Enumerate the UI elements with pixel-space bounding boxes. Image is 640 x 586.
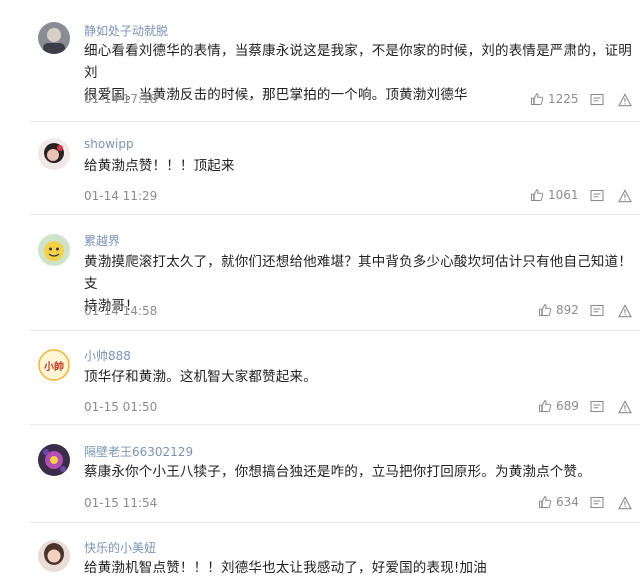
comment-text-line: 给黄渤机智点赞！！！刘德华也太让我感动了，好爱国的表现!加油 xyxy=(84,560,487,576)
comment-time: 01-15 01:50 xyxy=(84,400,158,414)
report-button[interactable] xyxy=(618,496,632,510)
comment-text-line: 细心看看刘德华的表情，当蔡康永说这是我家，不是你家的时候，刘的表情是严肃的，证明… xyxy=(84,43,632,81)
reply-button[interactable] xyxy=(590,93,604,107)
comment-time: 01-15 11:54 xyxy=(84,496,158,510)
warning-icon xyxy=(618,93,632,107)
like-button[interactable]: 892 xyxy=(538,303,579,317)
like-button[interactable]: 1061 xyxy=(530,188,579,202)
thumbs-up-icon xyxy=(539,496,552,508)
like-count: 892 xyxy=(556,303,579,317)
reply-button[interactable] xyxy=(590,496,604,510)
avatar-image: 小帥 xyxy=(38,349,70,381)
comment-item: 小帥 小帅888 顶华仔和黄渤。这机智大家都赞起来。 01-15 01:50 6… xyxy=(0,331,640,431)
comment-text: 给黄渤机智点赞！！！刘德华也太让我感动了，好爱国的表现!加油 xyxy=(84,557,632,579)
user-avatar[interactable] xyxy=(38,540,70,572)
username[interactable]: 静如处子动就脱 xyxy=(84,22,168,39)
comment-text: 顶华仔和黄渤。这机智大家都赞起来。 xyxy=(84,366,632,388)
comment-text-line: 蔡康永你个小王八犊子，你想搞台独还是咋的，立马把你打回原形。为黄渤点个赞。 xyxy=(84,464,591,480)
like-button[interactable]: 1225 xyxy=(530,92,579,106)
comment-icon xyxy=(590,304,604,317)
like-count: 1061 xyxy=(548,188,579,202)
comment-text: 蔡康永你个小王八犊子，你想搞台独还是咋的，立马把你打回原形。为黄渤点个赞。 xyxy=(84,461,632,483)
username[interactable]: 隔壁老王66302129 xyxy=(84,443,193,460)
comment-item: 累越界 黄渤摸爬滚打太久了，就你们还想给他难堪？其中背负多少心酸坎坷估计只有他自… xyxy=(0,215,640,335)
comment-item: 隔壁老王66302129 蔡康永你个小王八犊子，你想搞台独还是咋的，立马把你打回… xyxy=(0,425,640,525)
comment-item: showipp 给黄渤点赞！！！顶起来 01-14 11:29 1061 xyxy=(0,122,640,222)
reply-button[interactable] xyxy=(590,400,604,414)
username[interactable]: showipp xyxy=(84,137,134,151)
reply-button[interactable] xyxy=(590,304,604,318)
report-button[interactable] xyxy=(618,304,632,318)
thumbs-up-icon xyxy=(539,400,552,412)
like-button[interactable]: 689 xyxy=(538,399,579,413)
comment-icon xyxy=(590,93,604,106)
like-button[interactable]: 634 xyxy=(538,495,579,509)
like-count: 634 xyxy=(556,495,579,509)
like-count: 689 xyxy=(556,399,579,413)
user-avatar[interactable] xyxy=(38,444,70,476)
comment-time: 01-14 17:18 xyxy=(84,92,158,106)
comment-text: 给黄渤点赞！！！顶起来 xyxy=(84,155,632,177)
comment-text-line: 黄渤摸爬滚打太久了，就你们还想给他难堪？其中背负多少心酸坎坷估计只有他自己知道！… xyxy=(84,254,632,292)
comment-icon xyxy=(590,189,604,202)
comment-time: 01-14 14:58 xyxy=(84,304,158,318)
avatar-image xyxy=(38,22,70,54)
thumbs-up-icon xyxy=(539,304,552,316)
user-avatar[interactable]: 小帥 xyxy=(38,349,70,381)
user-avatar[interactable] xyxy=(38,234,70,266)
report-button[interactable] xyxy=(618,400,632,414)
thumbs-up-icon xyxy=(531,189,544,201)
avatar-text: 小帥 xyxy=(43,360,64,373)
comment-item: 快乐的小美妞 给黄渤机智点赞！！！刘德华也太让我感动了，好爱国的表现!加油 xyxy=(0,523,640,586)
report-button[interactable] xyxy=(618,93,632,107)
warning-icon xyxy=(618,304,632,318)
reply-button[interactable] xyxy=(590,189,604,203)
avatar-image xyxy=(38,540,70,572)
thumbs-up-icon xyxy=(531,93,544,105)
report-button[interactable] xyxy=(618,189,632,203)
avatar-image xyxy=(38,234,70,266)
comment-item: 静如处子动就脱 细心看看刘德华的表情，当蔡康永说这是我家，不是你家的时候，刘的表… xyxy=(0,0,640,120)
avatar-image xyxy=(38,138,70,170)
user-avatar[interactable] xyxy=(38,138,70,170)
comment-icon xyxy=(590,400,604,413)
username[interactable]: 快乐的小美妞 xyxy=(84,539,156,556)
comment-text-line: 顶华仔和黄渤。这机智大家都赞起来。 xyxy=(84,369,317,385)
comment-icon xyxy=(590,496,604,509)
user-avatar[interactable] xyxy=(38,22,70,54)
warning-icon xyxy=(618,496,632,510)
warning-icon xyxy=(618,400,632,414)
comment-time: 01-14 11:29 xyxy=(84,189,158,203)
username[interactable]: 小帅888 xyxy=(84,347,131,364)
username[interactable]: 累越界 xyxy=(84,232,120,249)
avatar-image xyxy=(38,444,70,476)
comment-text-line: 给黄渤点赞！！！顶起来 xyxy=(84,158,235,174)
warning-icon xyxy=(618,189,632,203)
like-count: 1225 xyxy=(548,92,579,106)
